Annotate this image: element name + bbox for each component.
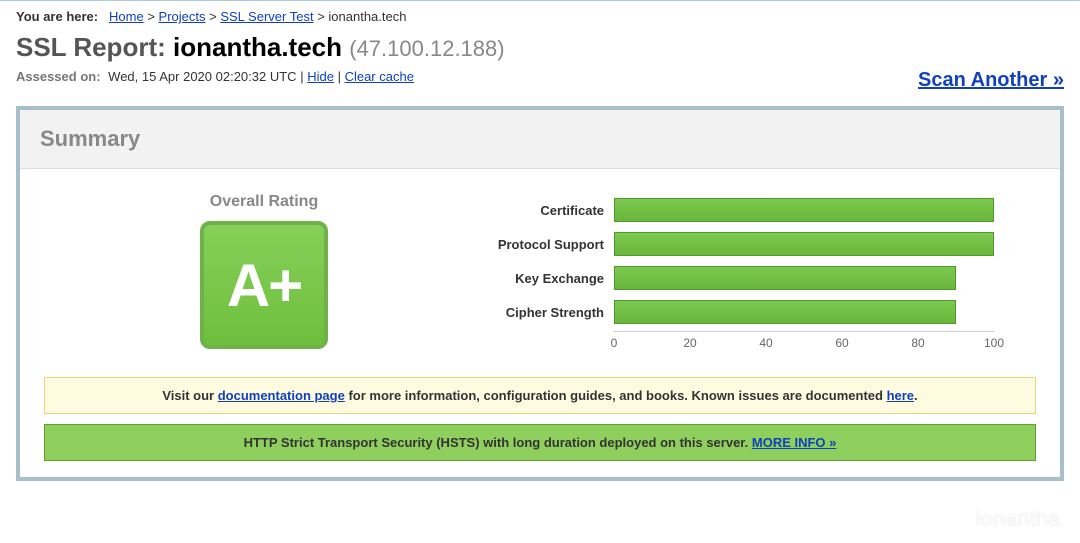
chart-axis: 020406080100 xyxy=(614,331,994,353)
breadcrumb-sep: > xyxy=(209,9,220,24)
assessed-timestamp: Wed, 15 Apr 2020 02:20:32 UTC xyxy=(108,69,296,84)
breadcrumb-home[interactable]: Home xyxy=(109,9,144,24)
chart-bar-track xyxy=(614,198,994,222)
chart-bar-track xyxy=(614,232,994,256)
overall-rating-grade: A+ xyxy=(227,251,301,320)
overall-rating-label: Overall Rating xyxy=(44,193,484,211)
chart-tick: 20 xyxy=(683,336,696,350)
title-prefix: SSL Report: xyxy=(16,32,166,62)
chart-row: Cipher Strength xyxy=(484,297,1036,327)
docs-notice-post: . xyxy=(914,388,918,403)
chart-row: Certificate xyxy=(484,195,1036,225)
chart-row: Key Exchange xyxy=(484,263,1036,293)
chart-tick: 80 xyxy=(911,336,924,350)
overall-rating-badge: A+ xyxy=(200,221,328,349)
title-ip: (47.100.12.188) xyxy=(349,36,504,61)
watermark: ionantha xyxy=(976,506,1060,532)
chart-bar-track xyxy=(614,300,994,324)
breadcrumb-label: You are here: xyxy=(16,9,98,24)
chart-label: Key Exchange xyxy=(484,271,614,286)
chart-label: Protocol Support xyxy=(484,237,614,252)
breadcrumb-current: ionantha.tech xyxy=(328,9,406,24)
hide-link[interactable]: Hide xyxy=(307,69,334,84)
chart-bar xyxy=(614,198,994,222)
hsts-notice: HTTP Strict Transport Security (HSTS) wi… xyxy=(44,424,1036,461)
assessed-line: Assessed on: Wed, 15 Apr 2020 02:20:32 U… xyxy=(16,69,414,84)
chart-tick: 60 xyxy=(835,336,848,350)
docs-notice-mid: for more information, configuration guid… xyxy=(345,388,887,403)
chart-tick: 0 xyxy=(611,336,618,350)
documentation-page-link[interactable]: documentation page xyxy=(218,388,345,403)
summary-title: Summary xyxy=(40,126,1040,152)
chart-bar-track xyxy=(614,266,994,290)
chart-bar xyxy=(614,266,956,290)
summary-panel: Summary Overall Rating A+ Certificate Pro… xyxy=(16,106,1064,481)
hsts-notice-text: HTTP Strict Transport Security (HSTS) wi… xyxy=(244,435,752,450)
rating-chart: Certificate Protocol Support Key Exchange C… xyxy=(484,187,1036,353)
title-domain: ionantha.tech xyxy=(173,32,342,62)
assessed-label: Assessed on: xyxy=(16,69,101,84)
breadcrumb-projects[interactable]: Projects xyxy=(159,9,206,24)
chart-bar xyxy=(614,300,956,324)
chart-row: Protocol Support xyxy=(484,229,1036,259)
docs-notice-pre: Visit our xyxy=(162,388,217,403)
clear-cache-link[interactable]: Clear cache xyxy=(345,69,414,84)
summary-header: Summary xyxy=(20,110,1060,169)
chart-label: Cipher Strength xyxy=(484,305,614,320)
breadcrumb-sep: > xyxy=(147,9,158,24)
breadcrumb-ssl-server-test[interactable]: SSL Server Test xyxy=(220,9,313,24)
breadcrumb-sep: > xyxy=(317,9,328,24)
hsts-more-info-link[interactable]: MORE INFO » xyxy=(752,435,837,450)
chart-tick: 100 xyxy=(984,336,1004,350)
page-title: SSL Report: ionantha.tech (47.100.12.188… xyxy=(16,32,1064,63)
known-issues-link[interactable]: here xyxy=(887,388,914,403)
chart-tick: 40 xyxy=(759,336,772,350)
docs-notice: Visit our documentation page for more in… xyxy=(44,377,1036,414)
scan-another-link[interactable]: Scan Another » xyxy=(918,69,1064,92)
chart-label: Certificate xyxy=(484,203,614,218)
chart-bar xyxy=(614,232,994,256)
breadcrumb: You are here: Home > Projects > SSL Serv… xyxy=(16,9,1064,24)
